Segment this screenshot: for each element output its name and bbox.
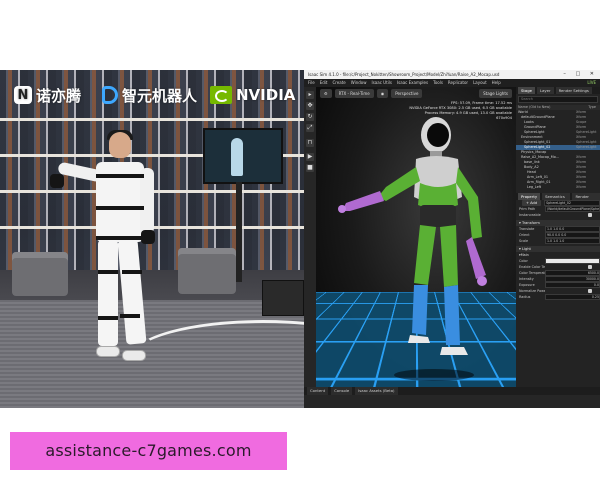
- mocap-photo: [0, 70, 304, 408]
- robot-arm-right: [456, 167, 487, 286]
- snap-tool-icon[interactable]: ⊓: [306, 139, 314, 147]
- normalize-power-label: Normalize Power: [519, 289, 545, 293]
- instanceable-label: Instanceable: [519, 213, 541, 217]
- robot-arm-left: [338, 167, 420, 213]
- tree-row-name: Leg_Left: [527, 185, 542, 189]
- move-tool-icon[interactable]: ✥: [306, 102, 314, 110]
- menu-window[interactable]: Window: [351, 79, 367, 87]
- scale-label: Scale: [519, 239, 529, 243]
- exposure-field[interactable]: 0.0: [545, 282, 600, 288]
- window-controls[interactable]: – □ ✕: [563, 70, 598, 79]
- select-tool-icon[interactable]: ▸: [306, 91, 314, 99]
- light-main-label: Main: [520, 253, 529, 257]
- property-tabs: Property Semantics Sch... Render Setting…: [516, 193, 600, 206]
- mocap-glove: [141, 230, 155, 244]
- n-mark-icon: N: [14, 86, 32, 104]
- display-monitor: [203, 128, 283, 184]
- enable-color-temp-checkbox[interactable]: [588, 265, 592, 269]
- window-title: Isaac Sim 4.1.0 - file:/c/Project_Nokitt…: [308, 72, 500, 77]
- bottom-tabs: Content Console Isaac Assets (Beta): [304, 387, 600, 395]
- tab-stage[interactable]: Stage: [518, 87, 535, 94]
- intensity-label: Intensity: [519, 277, 534, 281]
- banner-link-text[interactable]: assistance-c7games.com: [10, 432, 287, 470]
- add-button-label: Add: [530, 201, 538, 205]
- tab-console[interactable]: Console: [331, 387, 353, 395]
- tab-content[interactable]: Content: [307, 387, 329, 395]
- tab-render-settings[interactable]: Render Settings: [555, 87, 592, 94]
- stage-property-panel: Stage Layer Render Settings Search Name …: [516, 87, 600, 387]
- monitor-stand: [236, 182, 242, 282]
- nvidia-eye-icon: [210, 86, 232, 104]
- menu-help[interactable]: Help: [492, 79, 501, 87]
- play-icon[interactable]: ▶: [306, 153, 314, 161]
- prim-path-label: Prim Path: [519, 207, 536, 211]
- nvidia-logo: NVIDIA: [210, 80, 295, 110]
- exposure-label: Exposure: [519, 283, 535, 287]
- nvidia-text: NVIDIA: [236, 86, 296, 104]
- menu-bar: File Edit Create Window Isaac Utils Isaa…: [304, 79, 600, 87]
- color-label: Color: [519, 259, 528, 263]
- translate-label: Translate: [519, 227, 535, 231]
- menu-edit[interactable]: Edit: [320, 79, 328, 87]
- stop-icon[interactable]: ■: [306, 164, 314, 172]
- prim-path-field[interactable]: /World/defaultGroundPlane/SphereLight_02: [545, 206, 600, 212]
- menu-isaac-examples[interactable]: Isaac Examples: [397, 79, 428, 87]
- menu-layout[interactable]: Layout: [473, 79, 487, 87]
- menu-create[interactable]: Create: [332, 79, 345, 87]
- robot-head: [421, 117, 451, 159]
- stage-tree: World Xform defaultGroundPlane Xform Looks…: [516, 110, 600, 190]
- tool-strip: ▸ ✥ ↻ ⤢ ⊓ ▶ ■: [304, 87, 316, 387]
- transform-header-label: Transform: [521, 221, 540, 225]
- tab-render-settings-2[interactable]: Render Settings: [572, 193, 600, 206]
- robot-leg-left: [408, 225, 436, 343]
- scale-field[interactable]: 1.0 1.0 1.0: [545, 238, 600, 244]
- menu-file[interactable]: File: [308, 79, 315, 87]
- tree-row[interactable]: Leg_Left Xform: [516, 185, 600, 190]
- rotate-tool-icon[interactable]: ↻: [306, 113, 314, 121]
- partner-logos: N 诺亦腾 智元机器人 NVIDIA: [0, 80, 304, 110]
- instanceable-checkbox[interactable]: [588, 213, 592, 217]
- isaac-sim-window: Isaac Sim 4.1.0 - file:/c/Project_Nokitt…: [304, 70, 600, 408]
- menu-isaac-utils[interactable]: Isaac Utils: [372, 79, 392, 87]
- radius-field[interactable]: 0.25: [545, 294, 600, 300]
- stage-tabs: Stage Layer Render Settings: [516, 87, 600, 94]
- menu-replicator[interactable]: Replicator: [448, 79, 468, 87]
- content-browser-area[interactable]: [304, 395, 600, 408]
- enable-color-temp-label: Enable Color Temperature: [519, 265, 545, 269]
- stage-search-input[interactable]: Search: [518, 96, 598, 103]
- nuoyiteng-text: 诺亦腾: [36, 86, 82, 105]
- tree-row-type: Xform: [576, 185, 587, 189]
- scale-tool-icon[interactable]: ⤢: [306, 124, 314, 132]
- robot-leg-right: [440, 225, 468, 355]
- robot-torso: [414, 156, 462, 227]
- ottoman-right: [178, 248, 236, 294]
- d-mark-icon: [102, 86, 118, 104]
- humanoid-robot-model[interactable]: [316, 87, 516, 387]
- orient-label: Orient: [519, 233, 530, 237]
- color-temp-label: Color Temperature: [519, 271, 545, 275]
- zhiyuan-text: 智元机器人: [122, 86, 198, 105]
- equipment-case: [262, 280, 304, 316]
- nuoyiteng-logo: N 诺亦腾: [14, 80, 81, 110]
- add-button[interactable]: + Add: [522, 200, 542, 206]
- robot-shadow: [394, 369, 474, 381]
- window-titlebar: Isaac Sim 4.1.0 - file:/c/Project_Nokitt…: [304, 70, 600, 79]
- tab-property[interactable]: Property: [518, 193, 541, 200]
- zhiyuan-logo: 智元机器人: [102, 80, 197, 110]
- tab-semantics[interactable]: Semantics Sch...: [542, 193, 571, 206]
- live-indicator[interactable]: LIVE: [587, 79, 600, 87]
- promo-banner[interactable]: assistance-c7games.com: [10, 432, 287, 470]
- radius-label: Radius: [519, 295, 531, 299]
- ottoman-left: [12, 252, 68, 296]
- shelf-line: [0, 118, 304, 121]
- tab-isaac-assets[interactable]: Isaac Assets (Beta): [355, 387, 398, 395]
- menu-tools[interactable]: Tools: [433, 79, 443, 87]
- mocap-glove: [50, 174, 64, 188]
- 3d-viewport[interactable]: ⚙ RTX - Real-Time ◉ Perspective Stage Li…: [316, 87, 516, 387]
- color-swatch[interactable]: [545, 258, 600, 264]
- tab-layer[interactable]: Layer: [536, 87, 554, 94]
- normalize-power-checkbox[interactable]: [588, 289, 592, 293]
- light-header-label: Light: [521, 247, 531, 251]
